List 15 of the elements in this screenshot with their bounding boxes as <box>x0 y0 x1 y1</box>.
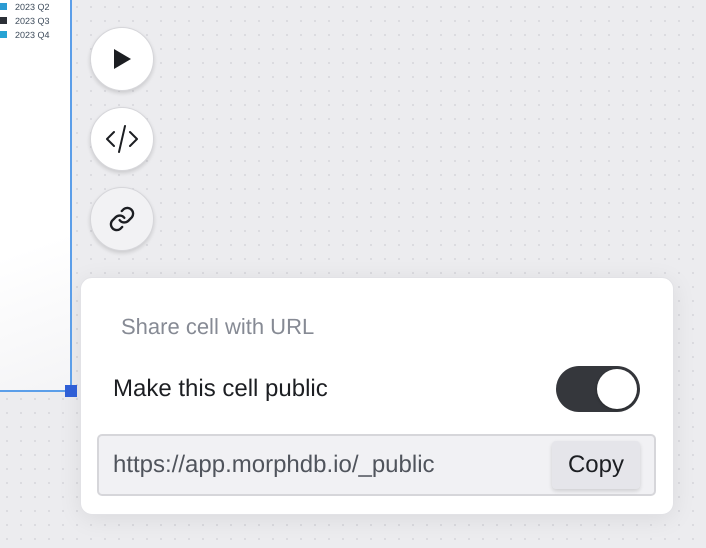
legend-label: 2023 Q3 <box>15 16 50 26</box>
public-toggle[interactable] <box>556 366 640 412</box>
run-button[interactable] <box>90 27 154 91</box>
popover-title: Share cell with URL <box>121 314 314 340</box>
copy-button[interactable]: Copy <box>552 441 640 489</box>
link-button[interactable] <box>90 187 154 251</box>
public-label: Make this cell public <box>113 375 328 403</box>
link-icon <box>108 205 136 233</box>
play-icon <box>112 48 132 70</box>
legend-label: 2023 Q2 <box>15 2 50 12</box>
legend-label: 2023 Q4 <box>15 30 50 40</box>
resize-handle[interactable] <box>65 385 77 397</box>
code-button[interactable] <box>90 107 154 171</box>
url-field[interactable]: https://app.morphdb.io/_public Copy <box>97 434 656 496</box>
code-icon <box>105 123 139 155</box>
